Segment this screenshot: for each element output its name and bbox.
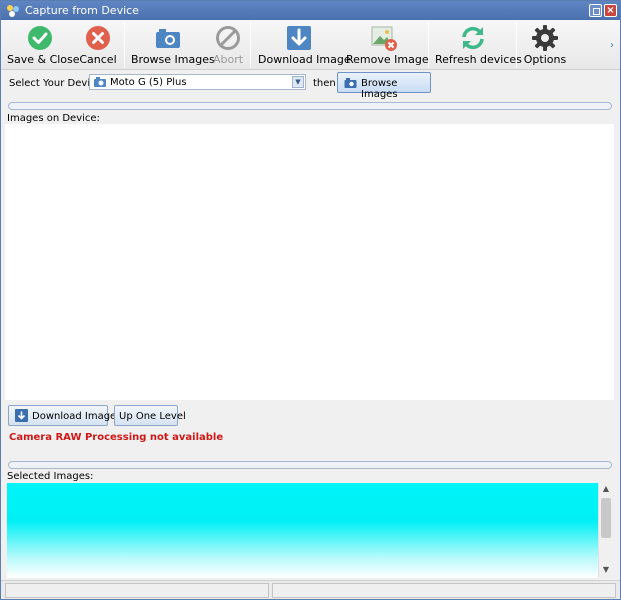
remove-image-icon xyxy=(371,26,397,51)
browse-images-toolbar-button[interactable]: Browse Images xyxy=(131,22,215,68)
selected-images-panel[interactable] xyxy=(7,483,598,578)
device-select[interactable]: Moto G (5) Plus ▼ xyxy=(89,74,306,90)
up-one-level-button[interactable]: Up One Level xyxy=(114,405,186,426)
up-one-level-label: Up One Level xyxy=(119,411,186,422)
window-title: Capture from Device xyxy=(25,4,139,17)
then-label: then xyxy=(313,78,336,89)
camera-icon xyxy=(94,77,106,87)
download-image-button-label: Download Image xyxy=(32,411,117,422)
download-image-label: Download Image xyxy=(258,53,351,66)
browse-progress-bar xyxy=(8,102,612,110)
refresh-devices-label: Refresh devices xyxy=(435,53,522,66)
remove-image-label: Remove Image xyxy=(346,53,429,66)
remove-image-button[interactable]: Remove Image xyxy=(346,22,429,68)
save-close-label: Save & Close xyxy=(7,53,80,66)
refresh-devices-button[interactable]: Refresh devices xyxy=(435,22,522,68)
camera-icon xyxy=(344,78,357,88)
cancel-button[interactable]: Cancel xyxy=(77,22,119,68)
close-button[interactable]: × xyxy=(604,4,617,17)
scroll-up-icon[interactable]: ▲ xyxy=(599,484,613,496)
device-select-value: Moto G (5) Plus xyxy=(110,77,187,88)
download-icon xyxy=(287,26,311,50)
gear-icon xyxy=(532,25,558,51)
device-label: Select Your Device xyxy=(9,78,102,89)
browse-images-button[interactable]: Browse Images xyxy=(337,72,431,100)
cancel-icon xyxy=(86,26,110,50)
abort-label: Abort xyxy=(212,53,244,66)
title-bar: Capture from Device × xyxy=(1,1,620,20)
download-image-button[interactable]: Download Image xyxy=(8,405,116,426)
checkmark-icon xyxy=(28,26,52,50)
browse-images-label: Browse Images xyxy=(131,53,215,66)
toolbar-separator xyxy=(428,22,429,68)
toolbar: Save & Close Cancel Browse Images Abort … xyxy=(1,20,620,70)
device-row: Select Your Device Moto G (5) Plus ▼ the… xyxy=(1,70,620,100)
refresh-icon xyxy=(462,26,484,50)
scrollbar-thumb[interactable] xyxy=(601,498,611,538)
chevron-down-icon[interactable]: ▼ xyxy=(292,76,304,88)
app-icon xyxy=(7,5,19,17)
cancel-label: Cancel xyxy=(79,53,117,66)
images-on-device-label: Images on Device: xyxy=(7,113,100,124)
images-on-device-panel[interactable] xyxy=(5,124,614,400)
close-icon: × xyxy=(606,5,615,16)
abort-icon xyxy=(216,26,240,50)
capture-window: Capture from Device × Save & Close Cance… xyxy=(0,0,621,600)
status-bar xyxy=(1,580,620,599)
toolbar-separator xyxy=(250,22,251,68)
status-pane-right xyxy=(272,583,616,598)
options-label: Options xyxy=(523,53,567,66)
browse-images-button-label: Browse Images xyxy=(361,78,398,100)
download-icon xyxy=(15,409,28,422)
chevron-right-icon[interactable]: › xyxy=(610,40,614,51)
options-button[interactable]: Options xyxy=(522,22,568,68)
save-close-button[interactable]: Save & Close xyxy=(7,22,80,68)
download-image-toolbar-button[interactable]: Download Image xyxy=(258,22,351,68)
raw-processing-warning: Camera RAW Processing not available xyxy=(9,432,224,443)
selected-images-scrollbar[interactable]: ▲ ▼ xyxy=(598,483,613,578)
camera-icon xyxy=(156,29,180,48)
download-progress-bar xyxy=(8,461,612,469)
scroll-down-icon[interactable]: ▼ xyxy=(599,565,613,577)
abort-button[interactable]: Abort xyxy=(210,22,246,68)
selected-images-label: Selected Images: xyxy=(7,471,94,482)
toolbar-separator xyxy=(124,22,125,68)
restore-button[interactable] xyxy=(589,4,602,17)
status-pane-left xyxy=(5,583,269,598)
toolbar-separator xyxy=(516,22,517,68)
